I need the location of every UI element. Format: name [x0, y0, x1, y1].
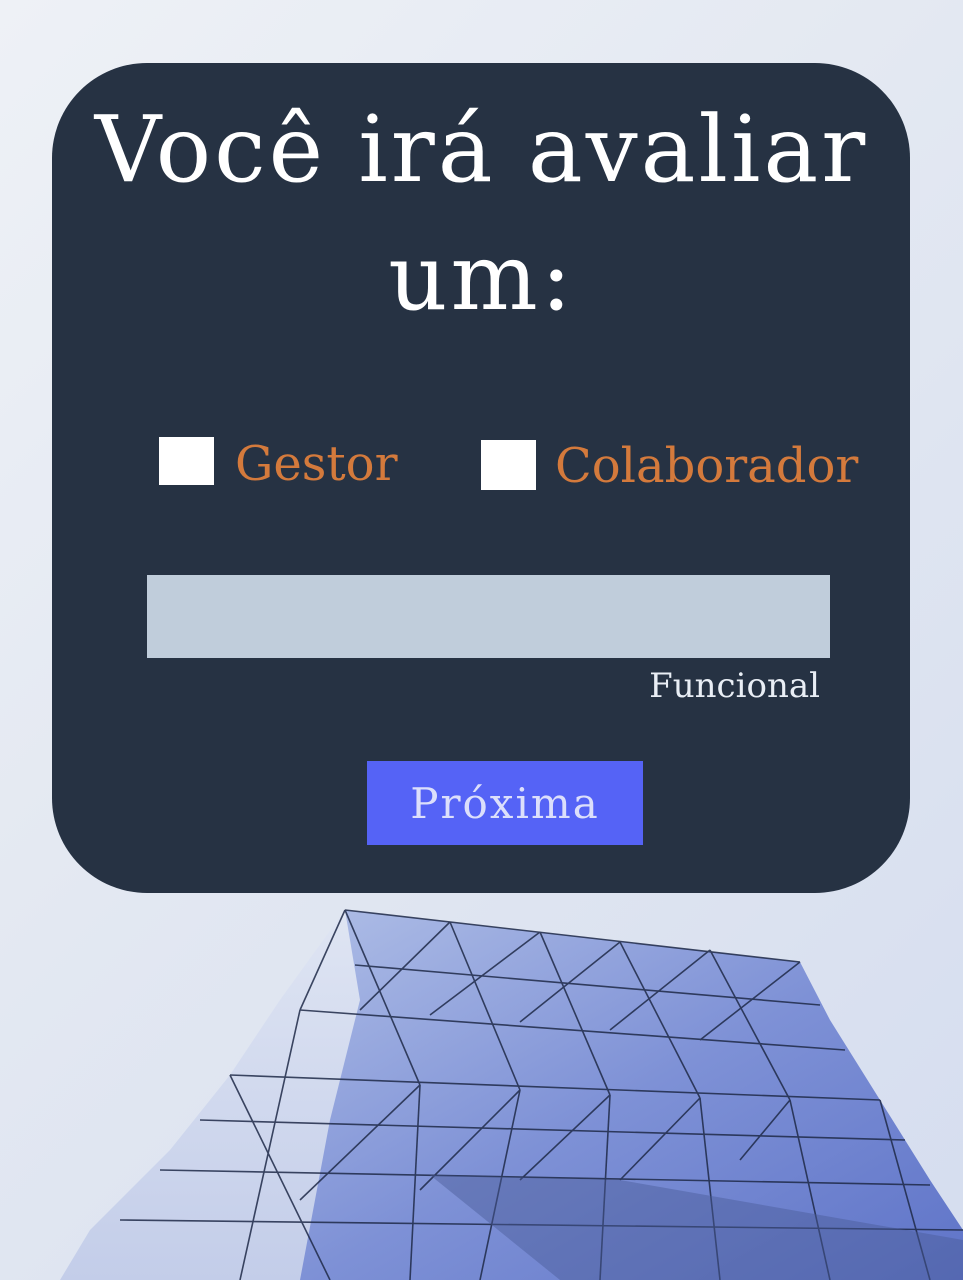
- funcional-input[interactable]: [147, 575, 830, 658]
- colaborador-label[interactable]: Colaborador: [555, 438, 858, 494]
- gestor-checkbox[interactable]: [159, 437, 214, 485]
- title-line-2: um:: [388, 224, 575, 331]
- title-line-1: Você irá avaliar: [94, 96, 869, 203]
- gestor-label[interactable]: Gestor: [235, 436, 398, 492]
- colaborador-checkbox[interactable]: [481, 440, 536, 490]
- next-button[interactable]: Próxima: [367, 761, 643, 845]
- page-title: Você irá avaliar um:: [0, 86, 963, 342]
- funcional-helper-label: Funcional: [649, 666, 820, 706]
